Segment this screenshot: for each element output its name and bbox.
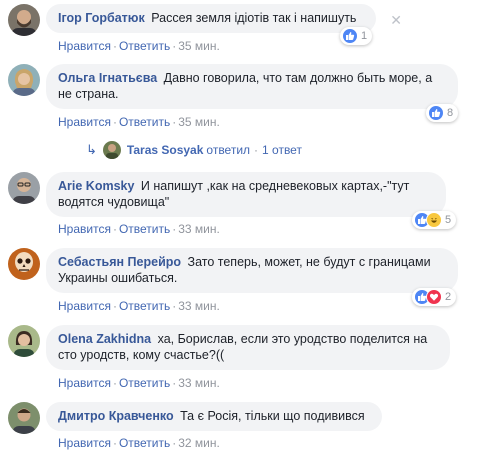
- comment-author[interactable]: Olena Zakhidna: [58, 332, 151, 346]
- replies-summary[interactable]: ↳ Taras Sosyak ответил · 1 ответ: [86, 141, 302, 159]
- comment-bubble: Ігор Горбатюк Рассея земля ідіотів так і…: [46, 4, 376, 33]
- timestamp[interactable]: 33 мин.: [178, 222, 220, 236]
- reaction-count: 2: [445, 291, 452, 303]
- like-link[interactable]: Нравится: [58, 436, 111, 450]
- timestamp[interactable]: 33 мин.: [178, 299, 220, 313]
- comment-author[interactable]: Arie Komsky: [58, 179, 134, 193]
- like-link[interactable]: Нравится: [58, 39, 111, 53]
- replier-avatar: [102, 141, 121, 159]
- like-link[interactable]: Нравится: [58, 376, 111, 390]
- comment-text: Та є Росія, тільки що подивився: [180, 409, 365, 423]
- timestamp[interactable]: 33 мин.: [178, 376, 220, 390]
- reaction-summary[interactable]: 2: [412, 288, 457, 306]
- reaction-count: 1: [361, 30, 368, 42]
- comment-actions: Нравится · Ответить · 32 мин.: [58, 436, 220, 450]
- comment-bubble: Ольга Ігнатьєва Давно говорила, что там …: [46, 64, 458, 109]
- timestamp[interactable]: 35 мин.: [178, 39, 220, 53]
- like-icon: [342, 28, 358, 44]
- like-link[interactable]: Нравится: [58, 299, 111, 313]
- reaction-count: 5: [445, 214, 452, 226]
- reaction-summary[interactable]: 1: [340, 27, 373, 45]
- reply-link[interactable]: Ответить: [119, 222, 170, 236]
- like-icon: [428, 105, 444, 121]
- avatar[interactable]: [8, 172, 40, 204]
- comment-actions: Нравится · Ответить · 33 мин.: [58, 222, 220, 236]
- comment-text: Рассея земля ідіотів так і напишуть: [151, 11, 357, 25]
- comment-author[interactable]: Дмитро Кравченко: [58, 409, 174, 423]
- comment-actions: Нравится · Ответить · 33 мин.: [58, 299, 220, 313]
- reply-count[interactable]: 1 ответ: [262, 142, 302, 158]
- reaction-summary[interactable]: 8: [426, 104, 459, 122]
- replier-name[interactable]: Taras Sosyak: [127, 142, 204, 158]
- timestamp[interactable]: 35 мин.: [178, 115, 220, 129]
- reply-link[interactable]: Ответить: [119, 376, 170, 390]
- comment-bubble: Olena Zakhidna ха, Борислав, если это ур…: [46, 325, 450, 370]
- comment-actions: Нравится · Ответить · 35 мин.: [58, 115, 220, 129]
- timestamp[interactable]: 32 мин.: [178, 436, 220, 450]
- avatar[interactable]: [8, 325, 40, 357]
- reaction-summary[interactable]: 5: [412, 211, 457, 229]
- like-link[interactable]: Нравится: [58, 222, 111, 236]
- comment-author[interactable]: Ольга Ігнатьєва: [58, 71, 157, 85]
- avatar[interactable]: [8, 4, 40, 36]
- comment-bubble: Себастьян Перейро Зато теперь, может, не…: [46, 248, 458, 293]
- reply-link[interactable]: Ответить: [119, 39, 170, 53]
- comment-actions: Нравится · Ответить · 33 мин.: [58, 376, 220, 390]
- love-icon: [426, 289, 442, 305]
- haha-icon: [426, 212, 442, 228]
- comment-author[interactable]: Себастьян Перейро: [58, 255, 181, 269]
- avatar[interactable]: [8, 402, 40, 434]
- comment-bubble: Дмитро Кравченко Та є Росія, тільки що п…: [46, 402, 382, 431]
- reply-link[interactable]: Ответить: [119, 436, 170, 450]
- avatar[interactable]: [8, 64, 40, 96]
- more-options-icon[interactable]: ✕: [390, 12, 402, 29]
- reply-arrow-icon: ↳: [86, 142, 97, 157]
- comment-author[interactable]: Ігор Горбатюк: [58, 11, 145, 25]
- comment-bubble: Arie Komsky И напишут ,как на средневеко…: [46, 172, 446, 217]
- reply-link[interactable]: Ответить: [119, 299, 170, 313]
- reaction-count: 8: [447, 107, 454, 119]
- comment-actions: Нравится · Ответить · 35 мин.: [58, 39, 220, 53]
- avatar[interactable]: [8, 248, 40, 280]
- reply-link[interactable]: Ответить: [119, 115, 170, 129]
- like-link[interactable]: Нравится: [58, 115, 111, 129]
- reply-verb: ответил: [206, 143, 251, 157]
